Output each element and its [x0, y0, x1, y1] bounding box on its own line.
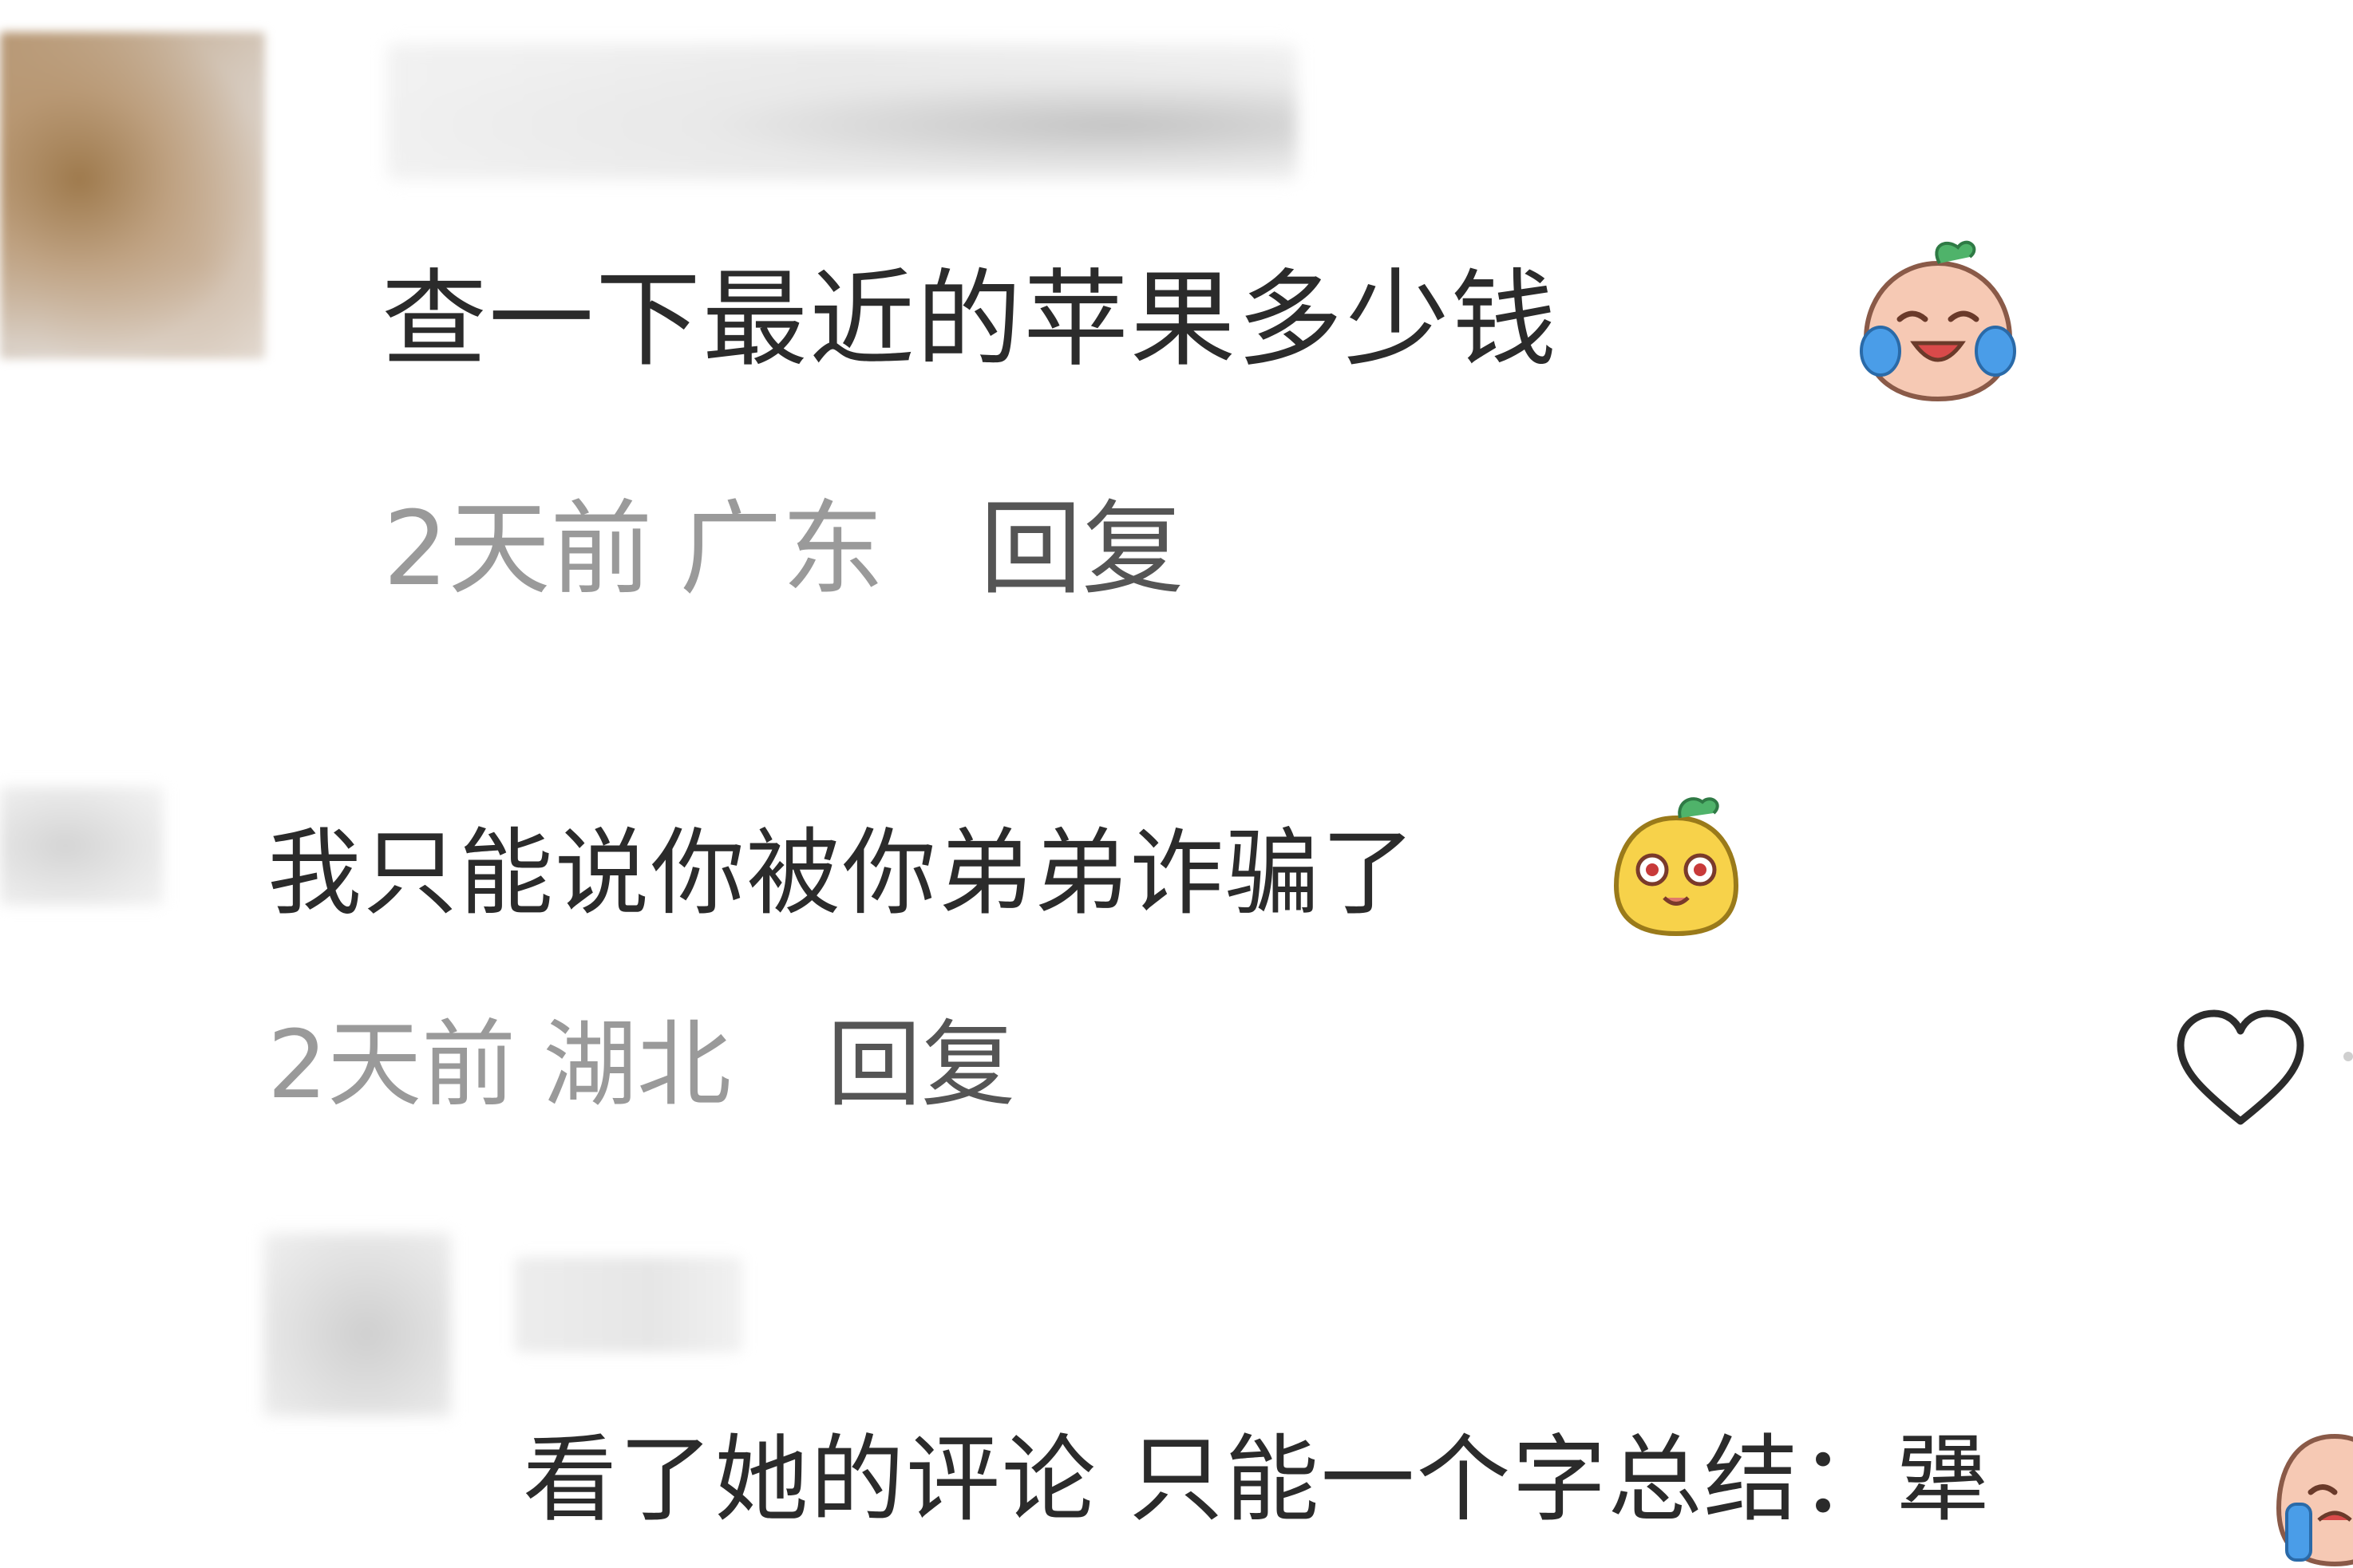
comment-text: 我只能说你被你弟弟诈骗了 [267, 818, 1418, 928]
crying-emoji [2276, 1433, 2353, 1567]
reply-button[interactable]: 回复 [827, 1009, 1015, 1120]
avatar[interactable] [0, 32, 265, 359]
username-blurred[interactable] [387, 44, 1297, 180]
avatar[interactable] [263, 1233, 451, 1416]
smug-face-emoji [1613, 797, 1739, 937]
heart-outline-icon[interactable] [2173, 1005, 2308, 1133]
comment-meta: 2天前 广东 回复 [383, 499, 1184, 601]
comment-text: 查一下最近的苹果多少钱 [382, 259, 1558, 381]
comment-time: 2天前 [267, 1009, 516, 1120]
comment-text: 看了她的评论 只能一个字总结：犟 [523, 1424, 1991, 1534]
comment-location: 湖北 [543, 1009, 732, 1120]
reply-button[interactable]: 回复 [979, 490, 1184, 609]
avatar[interactable] [0, 786, 164, 906]
comment-time: 2天前 [383, 490, 653, 609]
like-count-indicator [2343, 1052, 2353, 1061]
comment-meta: 2天前 湖北 回复 [267, 1017, 1015, 1112]
comment-location: 广东 [679, 490, 884, 609]
crying-laughing-emoji [1860, 240, 2016, 402]
username-blurred[interactable] [515, 1257, 742, 1353]
